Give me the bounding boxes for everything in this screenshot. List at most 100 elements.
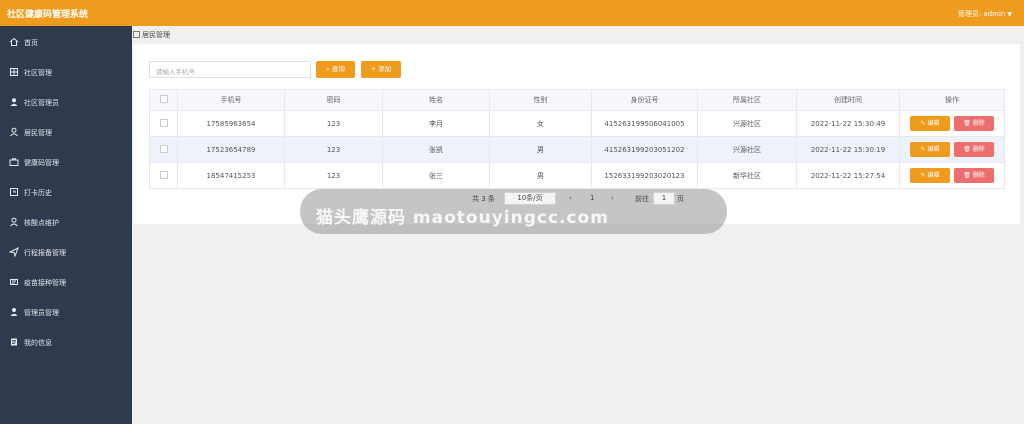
edit-button[interactable]: ✎ 编辑 <box>910 168 950 183</box>
sidebar-item-community[interactable]: 社区管理 <box>0 62 132 82</box>
admin-icon <box>10 308 18 316</box>
sidebar-item-health-code[interactable]: 健康码管理 <box>0 152 132 172</box>
sidebar-item-my-info[interactable]: 我的信息 <box>0 332 132 352</box>
app-title: 社区健康码管理系统 <box>7 10 89 20</box>
document-icon <box>11 338 17 346</box>
select-all-checkbox[interactable] <box>159 95 168 103</box>
column-header: 创建时间 <box>796 89 900 111</box>
column-header: 所属社区 <box>697 89 797 111</box>
sidebar-item-checkin-history[interactable]: 打卡历史 <box>0 182 132 202</box>
cell-gender: 男 <box>489 136 592 163</box>
sidebar-item-community-admin[interactable]: 社区管理员 <box>0 92 132 112</box>
sidebar-item-home[interactable]: 首页 <box>0 32 132 52</box>
user-group-icon <box>10 98 18 106</box>
edit-button[interactable]: ✎ 编辑 <box>910 116 950 131</box>
top-bar: 社区健康码管理系统 管理员: admin ▼ <box>0 0 1024 26</box>
cell-password: 123 <box>284 110 383 137</box>
delete-button-label: 删除 <box>972 146 985 153</box>
goto-page-input[interactable]: 1 <box>653 192 675 205</box>
cell-password: 123 <box>284 136 383 163</box>
sidebar: 首页 社区管理 社区管理员 居民管理 健康码管理 打卡历史 核酸点维护 行程报备… <box>0 26 132 424</box>
row-select-cell <box>149 110 178 137</box>
edit-icon: ✎ <box>920 146 926 153</box>
cell-actions: ✎ 编辑 🗑 删除 <box>899 136 1005 163</box>
query-button[interactable]: ⌕ 查询 <box>316 61 355 78</box>
sidebar-item-testing-points[interactable]: 核酸点维护 <box>0 212 132 232</box>
add-button[interactable]: + 添加 <box>361 61 401 78</box>
next-page-button[interactable]: › <box>611 194 614 202</box>
sidebar-item-label: 健康码管理 <box>24 159 59 167</box>
row-checkbox[interactable] <box>159 118 168 127</box>
cell-name: 李月 <box>382 110 490 137</box>
edit-icon: ✎ <box>920 120 926 127</box>
column-header: 身份证号 <box>591 89 698 111</box>
column-header: 手机号 <box>177 89 285 111</box>
column-header: 密码 <box>284 89 383 111</box>
sidebar-item-label: 打卡历史 <box>24 189 52 197</box>
edit-button[interactable]: ✎ 编辑 <box>910 142 950 157</box>
table-row: 18547415253 123 张三 男 152633199203020123 … <box>149 162 1005 189</box>
cell-community: 兴源社区 <box>697 136 797 163</box>
person-icon <box>10 127 18 137</box>
select-all-cell <box>149 89 178 111</box>
edit-button-label: 编辑 <box>927 120 940 127</box>
column-header: 性别 <box>489 89 592 111</box>
table-header-row: 手机号 密码 姓名 性别 身份证号 所属社区 创建时间 操作 <box>149 89 1005 111</box>
cell-phone: 17523654789 <box>177 136 285 163</box>
current-page-number[interactable]: 1 <box>590 194 594 202</box>
query-button-label: 查询 <box>331 65 345 73</box>
sidebar-item-travel-report[interactable]: 行程报备管理 <box>0 242 132 262</box>
sidebar-item-residents[interactable]: 居民管理 <box>0 122 132 142</box>
watermark-text: 猫头鹰源码 maotouyingcc.com <box>316 208 609 228</box>
history-icon <box>10 188 18 196</box>
edit-button-label: 编辑 <box>927 146 940 153</box>
goto-label: 前往 <box>635 195 649 203</box>
admin-label: 管理员: admin <box>957 10 1006 18</box>
cell-actions: ✎ 编辑 🗑 删除 <box>899 162 1005 189</box>
admin-menu[interactable]: 管理员: admin ▼ <box>958 9 1012 19</box>
location-user-icon <box>10 217 18 227</box>
delete-button[interactable]: 🗑 删除 <box>954 116 994 131</box>
cell-id-card: 415263199203051202 <box>591 136 698 163</box>
sidebar-item-admin-management[interactable]: 管理员管理 <box>0 302 132 322</box>
search-input[interactable]: 请输入手机号 <box>149 61 311 78</box>
breadcrumb: 居民管理 <box>133 30 170 40</box>
home-icon <box>9 37 19 46</box>
sidebar-item-label: 行程报备管理 <box>24 249 66 257</box>
row-select-cell <box>149 162 178 189</box>
cell-id-card: 415263199506041005 <box>591 110 698 137</box>
cell-id-card: 152633199203020123 <box>591 162 698 189</box>
sidebar-item-label: 疫苗接种管理 <box>24 279 66 287</box>
cell-community: 兴源社区 <box>697 110 797 137</box>
row-checkbox[interactable] <box>159 170 168 179</box>
page-suffix-label: 页 <box>677 195 684 203</box>
trash-icon: 🗑 <box>963 172 971 179</box>
column-header: 姓名 <box>382 89 490 111</box>
sidebar-item-label: 核酸点维护 <box>24 219 59 227</box>
residents-table: 手机号 密码 姓名 性别 身份证号 所属社区 创建时间 操作 175859636… <box>149 89 1005 189</box>
delete-button-label: 删除 <box>972 120 985 127</box>
cell-gender: 男 <box>489 162 592 189</box>
breadcrumb-current: 居民管理 <box>142 31 170 39</box>
cell-created: 2022-11-22 15:30:19 <box>796 136 900 163</box>
sidebar-item-label: 我的信息 <box>24 339 52 347</box>
delete-button-label: 删除 <box>972 172 985 179</box>
sidebar-item-label: 社区管理 <box>24 69 52 77</box>
edit-button-label: 编辑 <box>927 172 940 179</box>
sidebar-item-label: 管理员管理 <box>24 309 59 317</box>
sidebar-item-vaccination[interactable]: 疫苗接种管理 <box>0 272 132 292</box>
row-select-cell <box>149 136 178 163</box>
column-header: 操作 <box>899 89 1005 111</box>
syringe-icon <box>10 279 18 285</box>
delete-button[interactable]: 🗑 删除 <box>954 168 994 183</box>
trash-icon: 🗑 <box>963 146 971 153</box>
cell-created: 2022-11-22 15:30:49 <box>796 110 900 137</box>
table-row: 17585963654 123 李月 女 415263199506041005 … <box>149 110 1005 137</box>
delete-button[interactable]: 🗑 删除 <box>954 142 994 157</box>
cell-name: 张三 <box>382 162 490 189</box>
sidebar-item-label: 居民管理 <box>24 129 52 137</box>
prev-page-button[interactable]: ‹ <box>569 194 572 202</box>
sidebar-item-label: 社区管理员 <box>24 99 59 107</box>
row-checkbox[interactable] <box>159 144 168 153</box>
page-icon <box>133 31 140 38</box>
